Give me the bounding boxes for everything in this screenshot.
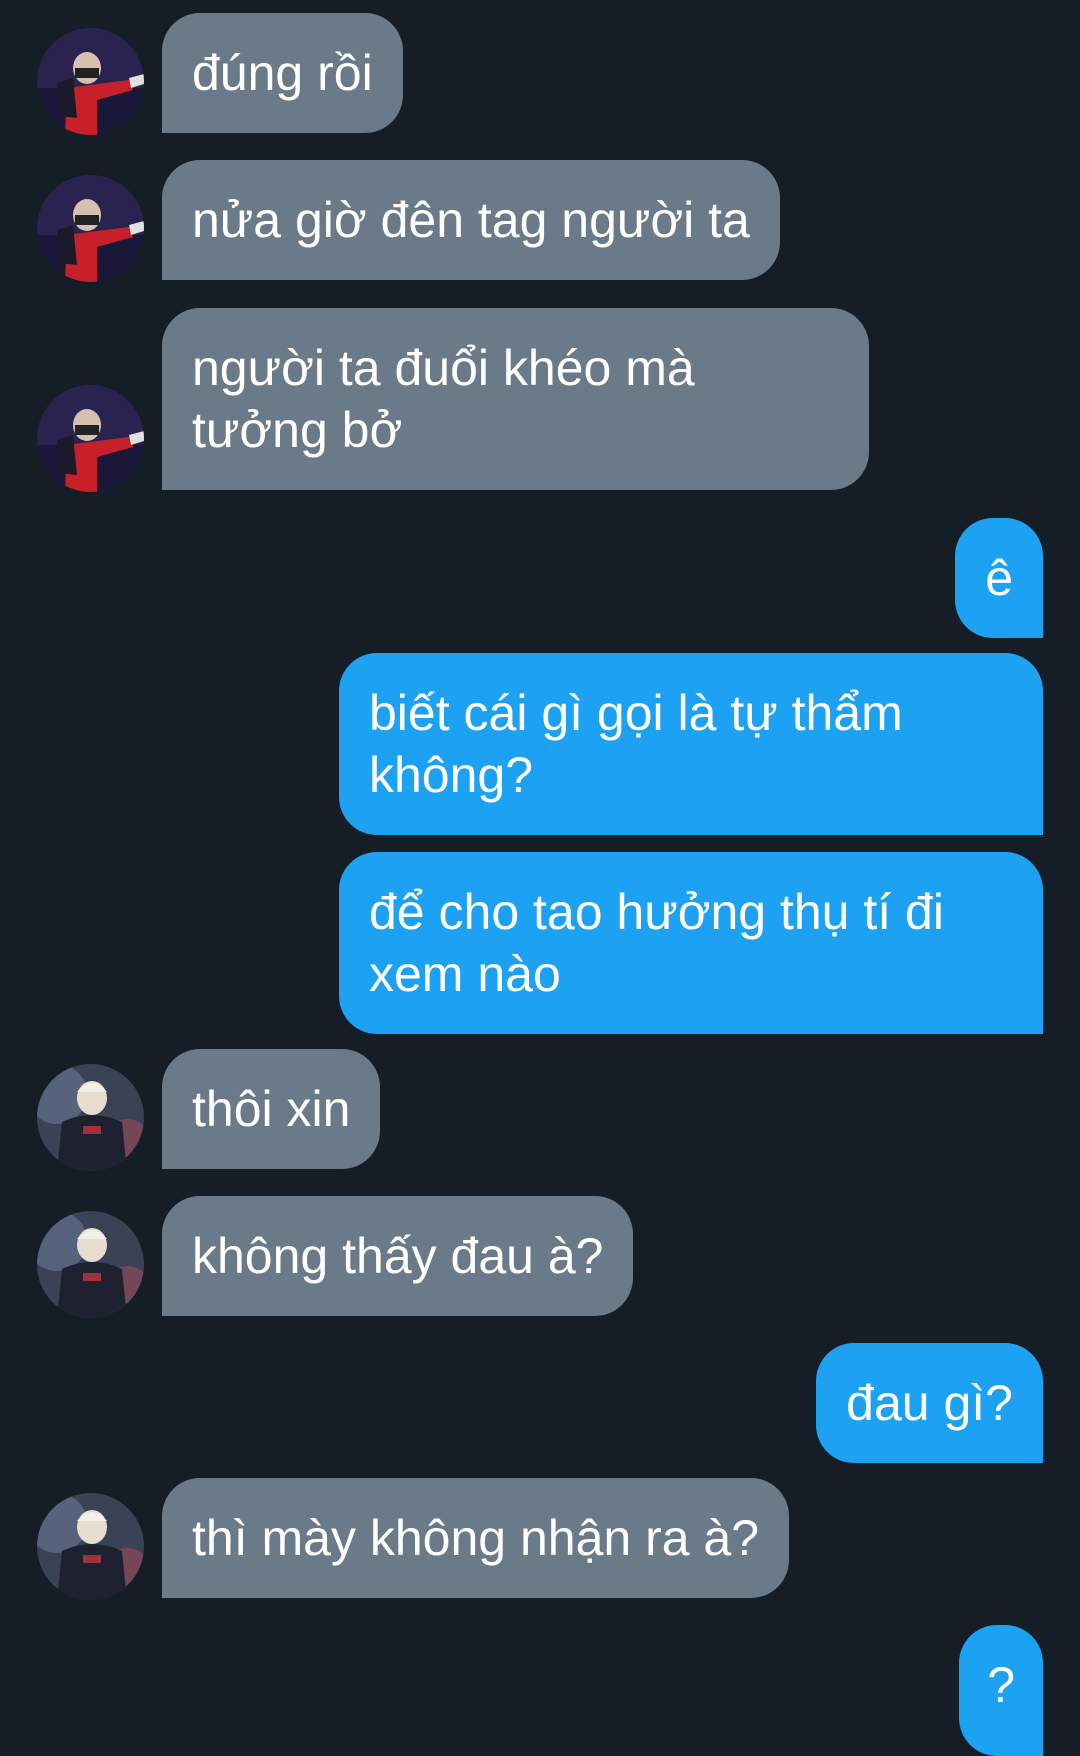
message-line: đúng rồi <box>192 45 373 101</box>
message-line: người ta đuổi khéo mà <box>192 340 695 396</box>
message-line: biết cái gì gọi là tự thẩm <box>369 685 903 741</box>
contact-b-avatar[interactable] <box>37 1211 144 1318</box>
message-bubble-incoming[interactable]: người ta đuổi khéo mà tưởng bở <box>162 308 869 490</box>
contact-b-avatar[interactable] <box>37 1064 144 1171</box>
contact-a-avatar[interactable] <box>37 385 144 492</box>
message-line: ? <box>987 1657 1015 1713</box>
message-bubble-incoming[interactable]: thôi xin <box>162 1049 381 1169</box>
message-line: thì mày không nhận ra à? <box>192 1510 760 1566</box>
message-bubble-outgoing[interactable]: ? <box>959 1625 1043 1756</box>
message-bubble-incoming[interactable]: nửa giờ đên tag người ta <box>162 160 780 280</box>
chat-thread[interactable]: đúng rồi nửa giờ đên tag người ta người … <box>0 0 1080 1756</box>
message-line: ê <box>985 550 1013 606</box>
avatar-photo-icon <box>37 1211 144 1318</box>
message-line: không thấy đau à? <box>192 1228 604 1284</box>
message-line: nửa giờ đên tag người ta <box>192 192 750 248</box>
message-bubble-outgoing[interactable]: ê <box>955 518 1043 638</box>
contact-b-avatar[interactable] <box>37 1493 144 1600</box>
message-line: tưởng bở <box>192 402 403 458</box>
message-bubble-outgoing[interactable]: đau gì? <box>816 1343 1043 1463</box>
avatar-photo-icon <box>37 28 144 135</box>
message-bubble-incoming[interactable]: đúng rồi <box>162 13 403 133</box>
message-bubble-incoming[interactable]: thì mày không nhận ra à? <box>162 1478 790 1598</box>
message-bubble-outgoing[interactable]: biết cái gì gọi là tự thẩm không? <box>339 653 1043 835</box>
avatar-photo-icon <box>37 1493 144 1600</box>
message-line: đau gì? <box>846 1375 1013 1431</box>
avatar-photo-icon <box>37 385 144 492</box>
message-line: để cho tao hưởng thụ tí đi <box>369 884 944 940</box>
avatar-photo-icon <box>37 175 144 282</box>
message-bubble-incoming[interactable]: không thấy đau à? <box>162 1196 634 1316</box>
message-line: thôi xin <box>192 1081 351 1137</box>
message-line: xem nào <box>369 946 561 1002</box>
contact-a-avatar[interactable] <box>37 175 144 282</box>
message-bubble-outgoing[interactable]: để cho tao hưởng thụ tí đi xem nào <box>339 852 1043 1034</box>
avatar-photo-icon <box>37 1064 144 1171</box>
message-line: không? <box>369 747 534 803</box>
contact-a-avatar[interactable] <box>37 28 144 135</box>
